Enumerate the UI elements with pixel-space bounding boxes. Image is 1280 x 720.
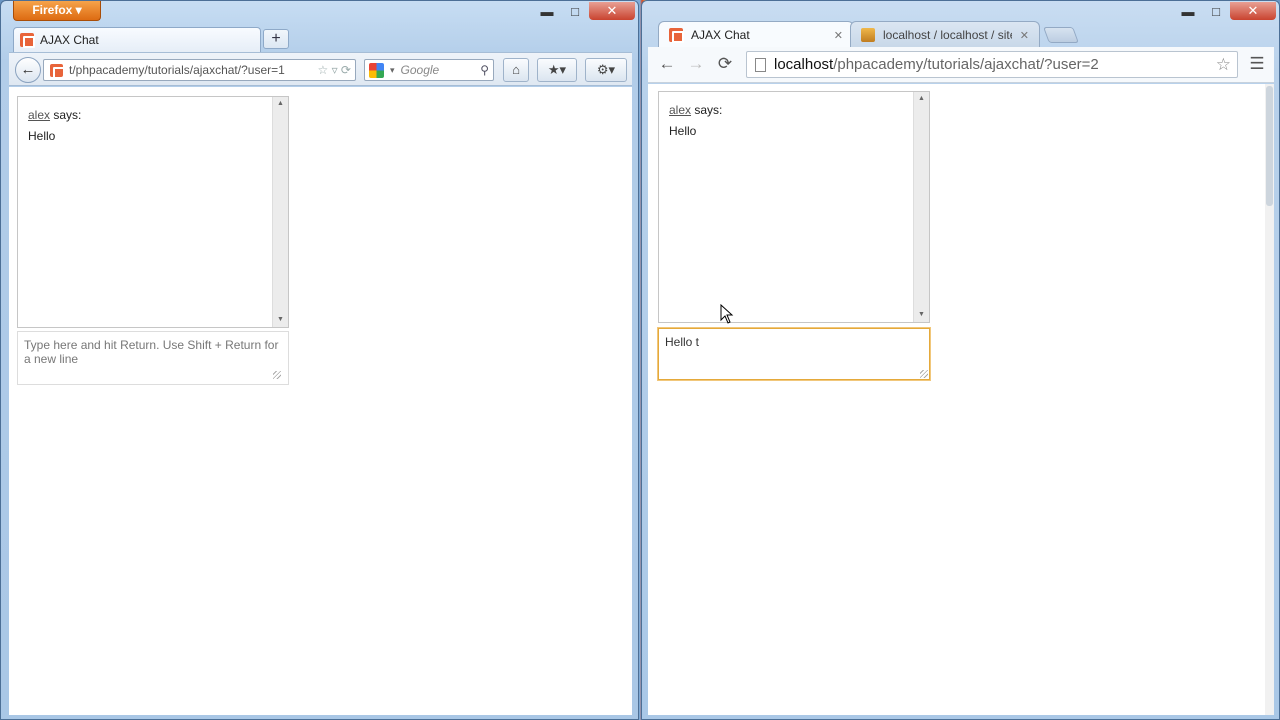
search-icon[interactable]: ⚲: [480, 63, 489, 77]
search-placeholder: Google: [400, 63, 440, 77]
url-text: t/phpacademy/tutorials/ajaxchat/?user=1: [69, 63, 285, 77]
navigation-toolbar: ← t/phpacademy/tutorials/ajaxchat/?user=…: [9, 52, 632, 86]
tab-title: AJAX Chat: [691, 28, 750, 42]
resize-grip-icon[interactable]: [920, 370, 928, 378]
message-says: says:: [694, 103, 723, 117]
chat-message: alex says: Hello: [669, 100, 722, 142]
site-favicon-icon: [669, 28, 684, 43]
minimize-icon[interactable]: ▬: [533, 2, 561, 20]
firefox-menu-button[interactable]: Firefox ▾: [13, 1, 101, 21]
window-controls: ▬ □ ✕: [1174, 2, 1276, 20]
star-icon[interactable]: ☆ ▿ ⟳: [317, 63, 355, 77]
message-text: Hello: [28, 129, 56, 143]
message-says: says:: [53, 108, 82, 122]
scroll-down-icon[interactable]: ▼: [273, 313, 288, 327]
omnibox[interactable]: localhost/phpacademy/tutorials/ajaxchat/…: [746, 51, 1238, 78]
tab-phpmyadmin[interactable]: localhost / localhost / site ✕: [850, 21, 1040, 48]
tab-title: AJAX Chat: [40, 33, 99, 47]
scroll-down-icon[interactable]: ▼: [914, 308, 929, 322]
minimize-icon[interactable]: ▬: [1174, 2, 1202, 20]
message-username[interactable]: alex: [28, 108, 50, 122]
tab-title: localhost / localhost / site: [883, 28, 1012, 42]
window-controls: ▬ □ ✕: [533, 2, 635, 20]
star-icon[interactable]: ☆: [1216, 55, 1231, 75]
page-icon: [755, 57, 766, 72]
firefox-window: Firefox ▾ ▬ □ ✕ AJAX Chat + ← t/phpacade…: [0, 0, 639, 720]
menu-icon[interactable]: ☰: [1246, 53, 1268, 75]
navigation-toolbar: ← → ⟳ localhost/phpacademy/tutorials/aja…: [648, 47, 1274, 83]
page-content: alex says: Hello ▲ ▼ Hello t: [648, 84, 1274, 715]
chrome-window: ▬ □ ✕ AJAX Chat ✕ localhost / localhost …: [641, 0, 1280, 720]
resize-grip-icon[interactable]: [273, 371, 281, 379]
chat-message: alex says: Hello: [28, 105, 81, 147]
url-bar[interactable]: t/phpacademy/tutorials/ajaxchat/?user=1 …: [43, 59, 356, 81]
maximize-icon[interactable]: □: [561, 2, 589, 20]
message-username[interactable]: alex: [669, 103, 691, 117]
back-arrow-icon[interactable]: ←: [15, 57, 41, 83]
chat-messages: alex says: Hello ▲ ▼: [658, 91, 930, 323]
google-icon: [369, 62, 384, 78]
close-tab-icon[interactable]: ✕: [1020, 29, 1029, 42]
site-favicon-icon: [20, 33, 35, 48]
reload-icon[interactable]: ⟳: [714, 53, 736, 75]
url-path: /phpacademy/tutorials/ajaxchat/?user=2: [833, 56, 1099, 73]
scroll-up-icon[interactable]: ▲: [273, 97, 288, 111]
home-icon[interactable]: ⌂: [503, 58, 529, 82]
page-content: alex says: Hello ▲ ▼: [9, 87, 632, 715]
tab-ajax-chat[interactable]: AJAX Chat ✕: [658, 21, 854, 48]
close-tab-icon[interactable]: ✕: [834, 29, 843, 42]
tab-ajax-chat[interactable]: AJAX Chat: [13, 27, 261, 52]
phpmyadmin-icon: [861, 28, 875, 42]
back-arrow-icon[interactable]: ←: [656, 53, 678, 75]
new-tab-button[interactable]: [1043, 27, 1079, 43]
close-icon[interactable]: ✕: [1230, 2, 1276, 20]
new-tab-button[interactable]: +: [263, 29, 289, 49]
mouse-cursor-icon: [720, 304, 734, 324]
url-host: localhost: [774, 56, 834, 73]
message-text: Hello: [669, 124, 697, 138]
chat-scrollbar[interactable]: ▲ ▼: [913, 92, 929, 322]
search-box[interactable]: ▾ Google ⚲: [364, 59, 494, 81]
chat-entry-input[interactable]: Hello t: [658, 328, 930, 380]
chevron-down-icon[interactable]: ▾: [390, 65, 395, 76]
addons-icon[interactable]: ⚙▾: [585, 58, 627, 82]
close-icon[interactable]: ✕: [589, 2, 635, 20]
scroll-up-icon[interactable]: ▲: [914, 92, 929, 106]
maximize-icon[interactable]: □: [1202, 2, 1230, 20]
scroll-thumb[interactable]: [1266, 86, 1273, 206]
forward-arrow-icon[interactable]: →: [685, 53, 707, 75]
chat-scrollbar[interactable]: ▲ ▼: [272, 97, 288, 327]
site-favicon-icon: [50, 63, 65, 79]
bookmarks-icon[interactable]: ★▾: [537, 58, 577, 82]
chat-messages: alex says: Hello ▲ ▼: [17, 96, 289, 328]
chat-entry-input[interactable]: [17, 331, 289, 385]
page-scrollbar[interactable]: [1265, 84, 1274, 715]
